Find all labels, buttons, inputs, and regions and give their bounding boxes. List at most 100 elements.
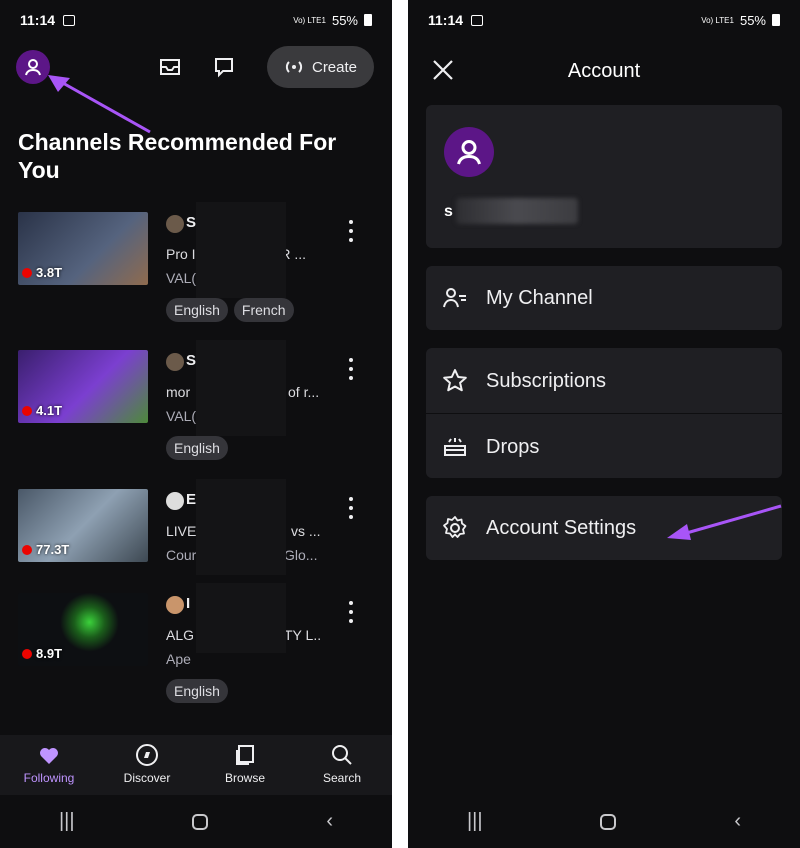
viewer-count: 77.3T (22, 542, 69, 557)
username: s (444, 203, 453, 220)
profile-avatar-button[interactable] (16, 50, 50, 84)
game-name: VAL( (166, 408, 196, 424)
battery-icon (772, 14, 780, 26)
heart-icon (40, 748, 58, 764)
back-icon[interactable]: ‹ (734, 810, 741, 833)
drops-item[interactable]: Drops (426, 416, 782, 478)
menu-label: Account Settings (486, 516, 637, 539)
status-icons: Vo) LTE1 55% (293, 13, 372, 28)
android-nav-bar: ||| ‹ (408, 795, 800, 848)
channel-avatar (166, 215, 184, 233)
bottom-tab-bar: Following Discover Browse Search (0, 735, 392, 795)
page-title: Account (567, 60, 641, 82)
tag-chip[interactable]: English (166, 436, 228, 460)
tab-label: Browse (224, 771, 265, 785)
drops-icon (444, 438, 466, 456)
tab-label: Following (23, 771, 75, 785)
following-screen: 11:14 Vo) LTE1 55% Create Channels Recom… (0, 0, 392, 848)
create-label: Create (311, 58, 358, 76)
more-options-icon[interactable] (348, 220, 354, 242)
menu-label: Drops (486, 435, 540, 458)
subscriptions-drops-card: Subscriptions Drops (426, 348, 782, 478)
android-nav-bar: ||| ‹ (0, 795, 392, 848)
redacted-area (196, 202, 286, 298)
status-bar: 11:14 Vo) LTE1 55% (0, 0, 392, 40)
live-dot-icon (22, 544, 32, 555)
status-time: 11:14 (20, 12, 56, 28)
more-options-icon[interactable] (348, 358, 354, 380)
broadcast-icon (285, 61, 303, 73)
compass-icon (136, 744, 158, 766)
avatar[interactable] (444, 127, 494, 177)
channel-avatar (166, 353, 184, 371)
tag-chip[interactable]: English (166, 679, 228, 703)
more-options-icon[interactable] (348, 601, 354, 623)
network-label: Vo) LTE1 (293, 15, 326, 25)
redacted-area (196, 479, 286, 575)
back-icon[interactable]: ‹ (326, 810, 333, 833)
home-icon[interactable] (600, 813, 617, 830)
stream-thumbnail[interactable]: 3.8T (18, 212, 148, 285)
tab-label: Discover (123, 771, 171, 785)
recent-apps-icon[interactable]: ||| (467, 810, 483, 833)
live-dot-icon (22, 405, 32, 416)
tag-list: English (166, 436, 228, 460)
viewer-count: 8.9T (22, 646, 62, 661)
battery-percent: 55% (331, 12, 358, 28)
user-icon (457, 140, 481, 165)
game-name: Ape (166, 651, 191, 667)
tag-chip[interactable]: French (233, 298, 294, 322)
game-name: VAL( (166, 270, 196, 286)
live-dot-icon (22, 267, 32, 278)
menu-label: Subscriptions (486, 369, 607, 392)
star-icon (443, 369, 467, 392)
gallery-icon (63, 14, 76, 26)
menu-label: My Channel (486, 286, 593, 309)
whispers-icon[interactable] (211, 54, 237, 80)
home-icon[interactable] (192, 813, 209, 830)
redacted-area (196, 583, 286, 653)
status-bar: 11:14 Vo) LTE1 55% (408, 0, 800, 40)
channel-avatar (166, 492, 184, 510)
tag-list: English (166, 679, 228, 703)
tag-list: English French (166, 298, 294, 322)
recommended-channel[interactable]: 8.9T I ALG TY L... Ape English (18, 583, 392, 733)
more-options-icon[interactable] (348, 497, 354, 519)
status-time: 11:14 (428, 12, 464, 28)
redacted-area (196, 340, 286, 436)
battery-icon (364, 14, 372, 26)
tab-label: Search (322, 771, 362, 785)
tag-chip[interactable]: English (166, 298, 228, 322)
my-channel-card: My Channel (426, 266, 782, 330)
settings-card: Account Settings (426, 496, 782, 560)
section-heading: Channels Recommended For You (18, 129, 337, 183)
tab-browse[interactable]: Browse (205, 743, 285, 785)
battery-percent: 55% (739, 12, 766, 28)
tab-search[interactable]: Search (302, 743, 382, 785)
divider (426, 413, 782, 414)
user-icon (25, 59, 41, 76)
channel-avatar (166, 596, 184, 614)
channel-icon (443, 288, 466, 308)
account-settings-item[interactable]: Account Settings (426, 497, 782, 559)
subscriptions-item[interactable]: Subscriptions (426, 350, 782, 412)
create-button[interactable]: Create (267, 46, 374, 88)
live-dot-icon (22, 648, 32, 659)
recent-apps-icon[interactable]: ||| (59, 810, 75, 833)
profile-card: s (426, 105, 782, 248)
redacted-username (456, 198, 578, 224)
browse-icon (236, 745, 254, 765)
recommended-channel[interactable]: 4.1T S mor of r... VAL( English (18, 340, 392, 490)
search-icon (332, 745, 352, 765)
gear-icon (443, 516, 467, 538)
account-screen: 11:14 Vo) LTE1 55% Account s My Channel … (408, 0, 800, 848)
network-label: Vo) LTE1 (701, 15, 734, 25)
stream-thumbnail[interactable]: 4.1T (18, 350, 148, 423)
my-channel-item[interactable]: My Channel (426, 267, 782, 329)
stream-thumbnail[interactable]: 77.3T (18, 489, 148, 562)
stream-thumbnail[interactable]: 8.9T (18, 593, 148, 666)
tab-following[interactable]: Following (9, 743, 89, 785)
recommended-channel[interactable]: 3.8T S Pro I ER ... VAL( English French (18, 202, 392, 352)
inbox-icon[interactable] (157, 54, 183, 80)
tab-discover[interactable]: Discover (107, 743, 187, 785)
